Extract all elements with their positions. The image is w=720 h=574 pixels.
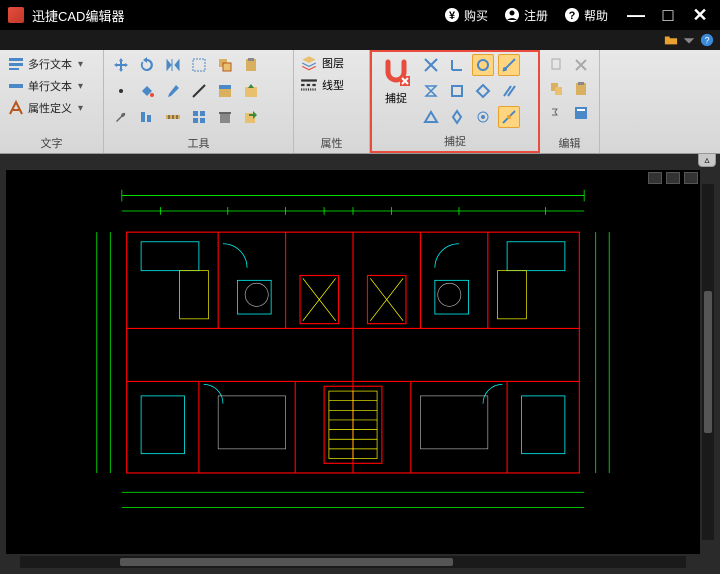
horizontal-scroll-thumb[interactable] <box>120 558 453 566</box>
grid-icon[interactable] <box>188 106 210 128</box>
horizontal-scrollbar[interactable] <box>6 554 700 570</box>
move-icon[interactable] <box>110 54 132 76</box>
snap-endpoint-icon[interactable] <box>420 54 442 76</box>
vertical-scroll-thumb[interactable] <box>704 291 712 433</box>
props-icon[interactable] <box>570 102 592 124</box>
snap-square-icon[interactable] <box>446 80 468 102</box>
titlebar: 迅捷CAD编辑器 ¥ 购买 注册 ? 帮助 — □ ✕ <box>0 0 720 30</box>
singleline-text-button[interactable]: 单行文本▾ <box>6 76 85 96</box>
help-label: 帮助 <box>584 7 608 24</box>
ribbon-collapse-button[interactable]: ▵ <box>698 153 716 167</box>
buy-button[interactable]: ¥ 购买 <box>436 0 496 30</box>
linetype-button[interactable]: 线型 <box>300 76 344 94</box>
snap-parallel-icon[interactable] <box>498 80 520 102</box>
snap-group-label: 捕捉 <box>378 131 532 149</box>
snap-nearest-icon[interactable] <box>498 106 520 128</box>
attrs-group-label: 属性 <box>300 133 363 151</box>
copy-icon[interactable] <box>214 54 236 76</box>
folder-icon[interactable] <box>664 33 678 47</box>
attr-def-button[interactable]: 属性定义▾ <box>6 98 85 118</box>
svg-text:¥: ¥ <box>449 10 456 22</box>
snap-perpendicular-icon[interactable] <box>446 54 468 76</box>
maximize-button[interactable]: □ <box>656 5 680 26</box>
snap-button[interactable]: 捕捉 <box>378 54 414 108</box>
select-box-icon[interactable] <box>188 54 210 76</box>
bucket-icon[interactable] <box>136 80 158 102</box>
eyedrop-icon[interactable] <box>162 80 184 102</box>
rotate-icon[interactable] <box>136 54 158 76</box>
vertical-scrollbar[interactable] <box>700 170 716 554</box>
clipboard-icon[interactable] <box>570 78 592 100</box>
buy-label: 购买 <box>464 7 488 24</box>
measure-icon[interactable] <box>162 106 184 128</box>
minimize-button[interactable]: — <box>624 5 648 26</box>
copy2-icon[interactable] <box>570 54 592 76</box>
block-icon[interactable] <box>214 80 236 102</box>
snap-diamond-icon[interactable] <box>472 80 494 102</box>
app-icon <box>8 7 24 23</box>
text-group-label: 文字 <box>6 133 97 151</box>
multiline-text-button[interactable]: 多行文本▾ <box>6 54 85 74</box>
doc-max-icon[interactable] <box>666 172 680 184</box>
snap-circle-icon[interactable] <box>472 54 494 76</box>
edit-group-label: 编辑 <box>546 133 593 151</box>
ribbon: 多行文本▾ 单行文本▾ 属性定义▾ 文字 <box>0 50 720 154</box>
svg-text:?: ? <box>705 36 710 46</box>
doc-close-icon[interactable] <box>684 172 698 184</box>
triangle-icon[interactable] <box>682 33 696 47</box>
cut-icon[interactable] <box>546 54 568 76</box>
register-button[interactable]: 注册 <box>496 0 556 30</box>
layer-button[interactable]: 图层 <box>300 54 344 72</box>
align-icon[interactable] <box>136 106 158 128</box>
svg-text:?: ? <box>569 10 576 22</box>
undo-icon[interactable] <box>546 102 568 124</box>
paste2-icon[interactable] <box>546 78 568 100</box>
snap-tangent-icon[interactable] <box>498 54 520 76</box>
close-button[interactable]: ✕ <box>688 5 712 26</box>
tools-group-label: 工具 <box>110 133 287 151</box>
drawing-canvas[interactable] <box>6 170 700 554</box>
snap-hourglass-icon[interactable] <box>420 80 442 102</box>
help-round-icon[interactable]: ? <box>700 33 714 47</box>
dot-icon[interactable] <box>110 80 132 102</box>
snap-triangle-icon[interactable] <box>420 106 442 128</box>
paste-icon[interactable] <box>240 54 262 76</box>
app-title: 迅捷CAD编辑器 <box>32 6 124 25</box>
line-icon[interactable] <box>188 80 210 102</box>
mirror-icon[interactable] <box>162 54 184 76</box>
insert-icon[interactable] <box>240 80 262 102</box>
snap-center-icon[interactable] <box>472 106 494 128</box>
export-icon[interactable] <box>240 106 262 128</box>
register-label: 注册 <box>524 7 548 24</box>
doc-min-icon[interactable] <box>648 172 662 184</box>
floorplan-drawing <box>10 184 696 550</box>
snap-quadrant-icon[interactable] <box>446 106 468 128</box>
wrench-icon[interactable] <box>110 106 132 128</box>
purge-icon[interactable] <box>214 106 236 128</box>
help-button[interactable]: ? 帮助 <box>556 0 616 30</box>
quick-strip: ? <box>0 30 720 50</box>
